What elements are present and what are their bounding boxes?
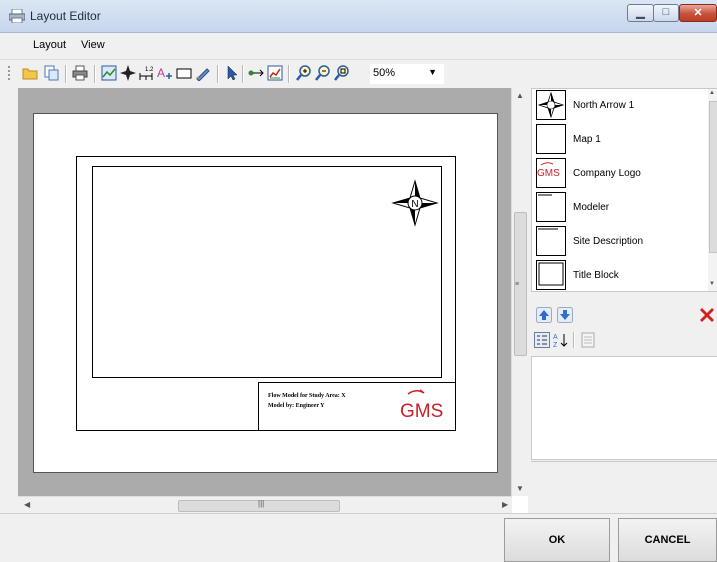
property-pages-icon[interactable] [580,332,596,348]
title-line-1: Flow Model for Study Area: X [268,393,346,399]
move-up-icon[interactable] [536,307,552,323]
scroll-grip-icon: ≡ [515,281,520,288]
element-toolbar: AZ [531,302,717,354]
north-letter: N [411,199,418,210]
scale-bar-icon[interactable]: 1.2 [139,65,155,81]
toolbar-separator [242,65,244,83]
zoom-in-icon[interactable] [296,65,312,81]
layout-canvas[interactable]: N Flow Model for Study Area: X Model by:… [18,88,512,496]
toolbar: 1.2 A 50% ▼ [0,60,717,89]
insert-image-icon[interactable] [195,65,211,81]
maximize-button[interactable]: □ [653,4,679,22]
move-down-icon[interactable] [557,307,573,323]
element-list[interactable]: North Arrow 1 Map 1 GMS Company Logo Mod… [531,88,717,292]
list-item[interactable]: Map 1 [532,123,708,156]
title-line-2: Model by: Engineer Y [268,403,325,409]
gms-logo-thumb-icon: GMS [536,158,566,188]
open-folder-icon[interactable] [22,65,38,81]
title-block[interactable]: Flow Model for Study Area: X Model by: E… [258,382,456,431]
north-arrow-graphic[interactable]: N [391,179,439,227]
text-thumb-icon [536,192,566,222]
title-bar: Layout Editor ▁ □ ✕ [0,0,717,33]
element-list-scrollbar[interactable]: ▲ ▼ [708,89,717,291]
rectangle-icon[interactable] [176,65,192,81]
property-description [531,461,717,514]
element-label: Modeler [573,202,610,213]
toolbar-separator [217,65,219,83]
right-panel: North Arrow 1 Map 1 GMS Company Logo Mod… [528,88,717,514]
insert-text-icon[interactable]: A [157,65,173,81]
list-item[interactable]: GMS Company Logo [532,157,708,190]
toolbar-grip-icon [8,66,10,80]
map-thumb-icon [536,124,566,154]
menu-bar: Layout View [0,33,717,60]
logo-thumb-text: GMS [537,168,560,179]
company-logo[interactable]: GMS [396,387,448,423]
list-item[interactable]: Title Block [532,259,708,291]
dropdown-arrow-icon: ▼ [428,67,437,77]
map-frame[interactable]: N [92,166,442,378]
scroll-down-icon[interactable]: ▼ [516,484,524,493]
maximize-icon: □ [662,6,670,18]
element-label: Title Block [573,270,619,281]
connector-line-icon[interactable] [248,65,264,81]
element-label: Company Logo [573,168,641,179]
insert-map-icon[interactable] [101,65,117,81]
minimize-button[interactable]: ▁ [627,4,654,22]
window-title: Layout Editor [30,9,101,23]
svg-text:Z: Z [553,342,558,348]
minimize-icon: ▁ [636,7,645,19]
select-pointer-icon[interactable] [224,65,240,81]
close-button[interactable]: ✕ [679,4,717,22]
zoom-dropdown[interactable]: 50% ▼ [370,64,444,84]
canvas-horizontal-scrollbar[interactable]: ◀ ||| ▶ [18,496,512,514]
close-icon: ✕ [693,7,703,19]
left-gutter [0,88,18,513]
list-item[interactable]: Modeler [532,191,708,224]
cancel-button[interactable]: CANCEL [618,518,717,562]
svg-text:A: A [553,334,558,341]
toolbar-separator [94,65,96,83]
svg-text:A: A [157,66,165,80]
scroll-right-icon[interactable]: ▶ [502,500,508,509]
zoom-value: 50% [373,67,396,79]
zoom-extents-icon[interactable] [334,65,350,81]
svg-text:1.2: 1.2 [145,67,154,73]
delete-icon[interactable] [699,307,715,323]
categorized-icon[interactable] [534,332,550,348]
toolbar-separator [65,65,67,83]
scroll-down-icon[interactable]: ▼ [709,281,715,287]
menu-view[interactable]: View [81,39,105,51]
dialog-button-bar: OK CANCEL [0,513,717,562]
logo-text: GMS [400,401,443,422]
toolbar-separator [288,65,290,83]
canvas-vertical-scrollbar[interactable]: ▲ ≡ ▼ [511,88,529,496]
scroll-left-icon[interactable]: ◀ [24,500,30,509]
element-label: Map 1 [573,134,601,145]
scroll-up-icon[interactable]: ▲ [709,90,715,96]
scroll-up-icon[interactable]: ▲ [516,91,524,100]
element-list-scroll-thumb[interactable] [709,101,717,253]
chart-icon[interactable] [267,65,283,81]
property-grid[interactable] [531,356,717,460]
element-label: Site Description [573,236,644,247]
scroll-grip-icon: ||| [258,499,265,508]
print-icon[interactable] [72,65,88,81]
sort-alphabetical-icon[interactable]: AZ [553,332,569,348]
layout-page: N Flow Model for Study Area: X Model by:… [33,113,498,473]
ok-button[interactable]: OK [504,518,610,562]
element-label: North Arrow 1 [573,100,635,111]
zoom-out-icon[interactable] [315,65,331,81]
text-thumb-icon [536,226,566,256]
title-block-thumb-icon [536,260,566,290]
toolbar-separator [573,332,575,348]
menu-layout[interactable]: Layout [33,39,66,51]
north-arrow-icon[interactable] [120,65,136,81]
list-item[interactable]: North Arrow 1 [532,89,708,122]
layout-border-frame[interactable]: N Flow Model for Study Area: X Model by:… [76,156,456,431]
list-item[interactable]: Site Description [532,225,708,258]
north-arrow-thumb-icon [536,90,566,120]
printer-icon [9,9,25,23]
copy-icon[interactable] [43,65,59,81]
